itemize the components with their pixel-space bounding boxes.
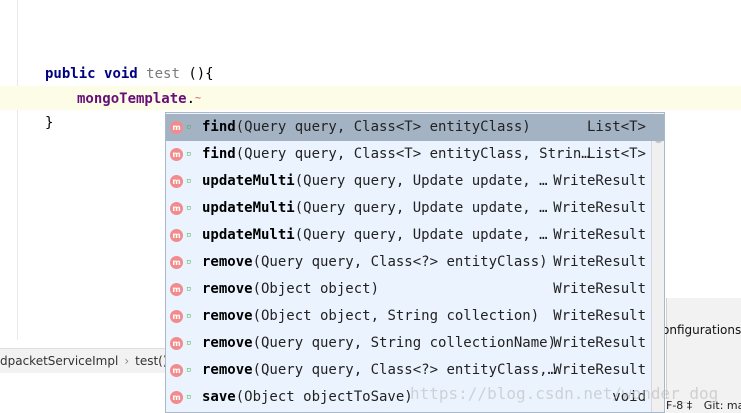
keyword-void: void <box>104 66 138 82</box>
public-visibility-icon: ▫ <box>186 284 192 294</box>
method-icon: m <box>170 256 183 269</box>
completion-method-name: remove(Query query, String collectionNam… <box>202 330 556 357</box>
completion-params: (Object objectToSave) <box>235 389 413 405</box>
completion-params: (Query query, Update update, … <box>294 173 548 189</box>
method-name-text: remove <box>202 308 253 324</box>
completion-return-type: WriteResult <box>553 173 646 189</box>
method-name-text: find <box>202 119 236 135</box>
breadcrumb: dpacketServiceImpl › test() <box>0 348 166 373</box>
breadcrumb-separator: › <box>124 354 130 368</box>
completion-method-name: find(Query query, Class<T> entityClass, … <box>202 141 590 168</box>
method-name-text: updateMulti <box>202 227 295 243</box>
method-name-text: updateMulti <box>202 200 295 216</box>
encoding-widget[interactable]: F-8 ‡ <box>666 398 692 413</box>
method-icon: m <box>170 121 183 134</box>
completion-params: (Query query, String collectionName) <box>252 335 557 351</box>
method-icon: m <box>170 175 183 188</box>
public-visibility-icon: ▫ <box>186 230 192 240</box>
completion-item[interactable]: m ▫ find(Query query, Class<T> entityClass… <box>166 141 664 168</box>
completion-params: (Query query, Class<?> entityClass) <box>252 254 548 270</box>
public-visibility-icon: ▫ <box>186 338 192 348</box>
public-visibility-icon: ▫ <box>186 257 192 267</box>
completion-return-type: WriteResult <box>553 227 646 243</box>
completion-return-type: List<T> <box>586 146 646 162</box>
completion-method-name: updateMulti(Query query, Update update, … <box>202 195 548 222</box>
code-completion-popup[interactable]: m ▫ find(Query query, Class<T> entityClass… <box>165 112 665 413</box>
completion-method-name: remove(Query query, Class<?> entityClass… <box>202 249 548 276</box>
method-name-text: remove <box>202 335 253 351</box>
completion-method-name: save(Object objectToSave) <box>202 384 413 411</box>
completion-item[interactable]: m ▫ find(Query query, Class<T> entityClass… <box>166 114 664 141</box>
completion-item[interactable]: m ▫ save(Object objectToSave) void <box>166 384 664 411</box>
breadcrumb-class[interactable]: dpacketServiceImpl <box>0 349 118 373</box>
method-icon: m <box>170 229 183 242</box>
completion-method-name: updateMulti(Query query, Update update, … <box>202 168 548 195</box>
method-name-text: find <box>202 146 236 162</box>
method-name-text: remove <box>202 362 253 378</box>
completion-params: (Query query, Class<?> entityClass,… <box>252 362 557 378</box>
method-icon: m <box>170 283 183 296</box>
completion-item[interactable]: m ▫ remove(Object object) WriteResult <box>166 276 664 303</box>
public-visibility-icon: ▫ <box>186 149 192 159</box>
git-branch-widget[interactable]: Git: ma <box>704 398 741 413</box>
method-name-text: remove <box>202 281 253 297</box>
public-visibility-icon: ▫ <box>186 392 192 402</box>
completion-return-type: WriteResult <box>553 254 646 270</box>
method-name-text: save <box>202 389 236 405</box>
completion-return-type: WriteResult <box>553 281 646 297</box>
completion-method-name: remove(Object object, String collection) <box>202 303 539 330</box>
completion-item[interactable]: m ▫ remove(Query query, Class<?> entityCla… <box>166 249 664 276</box>
run-configurations-panel <box>666 298 741 413</box>
completion-item[interactable]: m ▫ updateMulti(Query query, Update update… <box>166 168 664 195</box>
method-signature-rest: (){ <box>179 66 214 82</box>
method-name-text: remove <box>202 254 253 270</box>
completion-return-type: WriteResult <box>553 200 646 216</box>
field-mongo-template: mongoTemplate <box>77 91 187 107</box>
completion-method-name: remove(Query query, Class<?> entityClass… <box>202 357 556 384</box>
completion-item[interactable]: m ▫ remove(Query query, String collectionN… <box>166 330 664 357</box>
completion-return-type: List<T> <box>586 119 646 135</box>
method-icon: m <box>170 310 183 323</box>
public-visibility-icon: ▫ <box>186 311 192 321</box>
completion-method-name: remove(Object object) <box>202 276 379 303</box>
closing-brace-line[interactable]: } <box>45 111 53 135</box>
member-access-dot: . <box>186 91 196 107</box>
keyword-public: public <box>45 66 96 82</box>
completion-params: (Query query, Update update, … <box>294 200 548 216</box>
completion-params: (Query query, Update update, … <box>294 227 548 243</box>
completion-return-type: WriteResult <box>553 308 646 324</box>
method-icon: m <box>170 364 183 377</box>
closing-brace: } <box>45 115 54 131</box>
error-squiggle-icon: ~ <box>195 93 202 104</box>
method-name: test <box>146 66 180 82</box>
completion-params: (Query query, Class<T> entityClass, Stri… <box>235 146 590 162</box>
configurations-label[interactable]: onfigurations <box>662 323 741 343</box>
completion-item[interactable]: m ▫ remove(Query query, Class<?> entityCla… <box>166 357 664 384</box>
method-icon: m <box>170 391 183 404</box>
public-visibility-icon: ▫ <box>186 203 192 213</box>
method-icon: m <box>170 337 183 350</box>
public-visibility-icon: ▫ <box>186 122 192 132</box>
public-visibility-icon: ▫ <box>186 365 192 375</box>
caret-code-line[interactable]: mongoTemplate.~ <box>77 87 201 111</box>
completion-params: (Object object) <box>252 281 380 297</box>
public-visibility-icon: ▫ <box>186 176 192 186</box>
completion-method-name: find(Query query, Class<T> entityClass) <box>202 114 531 141</box>
completion-method-name: updateMulti(Query query, Update update, … <box>202 222 548 249</box>
completion-item[interactable]: m ▫ updateMulti(Query query, Update update… <box>166 195 664 222</box>
method-name-text: updateMulti <box>202 173 295 189</box>
completion-params: (Query query, Class<T> entityClass) <box>235 119 531 135</box>
completion-item[interactable]: m ▫ updateMulti(Query query, Update update… <box>166 222 664 249</box>
completion-item[interactable]: m ▫ remove(Object object, String collectio… <box>166 303 664 330</box>
method-icon: m <box>170 148 183 161</box>
completion-params: (Object object, String collection) <box>252 308 540 324</box>
method-declaration-line[interactable]: public void test (){ <box>45 62 214 86</box>
completion-return-type: WriteResult <box>553 362 646 378</box>
completion-return-type: WriteResult <box>553 335 646 351</box>
status-bar: F-8 ‡ Git: ma <box>666 398 741 413</box>
gutter-divider <box>17 0 18 340</box>
breadcrumb-method[interactable]: test() <box>135 349 166 373</box>
method-icon: m <box>170 202 183 215</box>
completion-return-type: void <box>612 389 646 405</box>
